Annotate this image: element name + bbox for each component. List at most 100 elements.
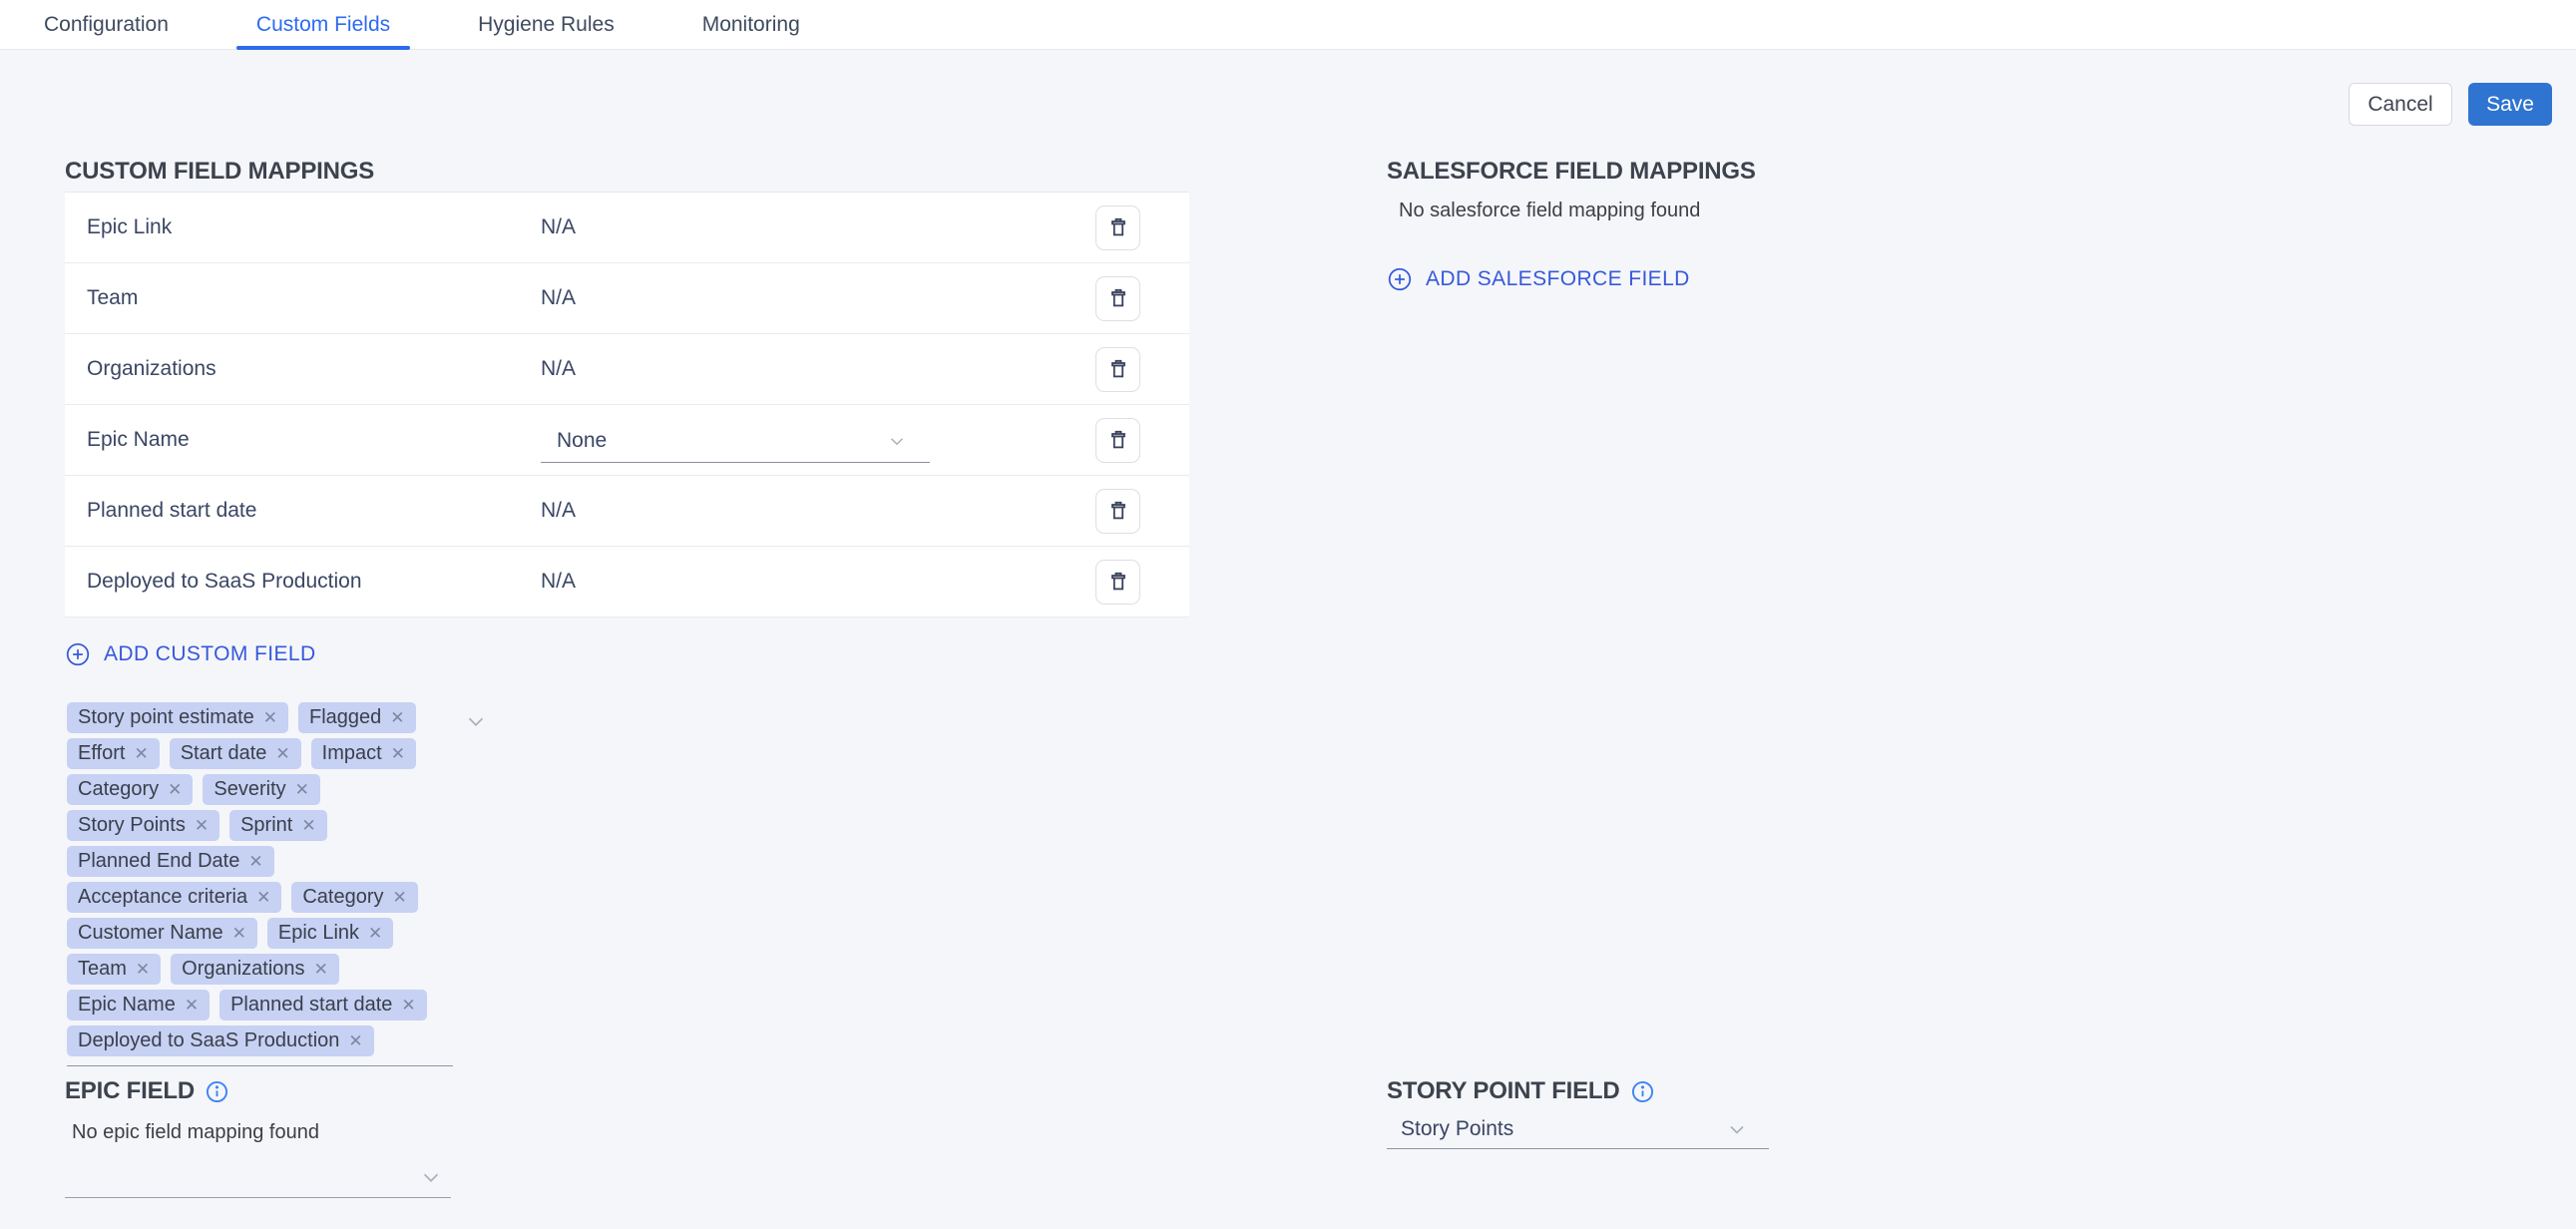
field-chip[interactable]: Flagged ✕: [298, 702, 416, 733]
chip-label: Story Points: [78, 814, 186, 837]
chip-label: Impact: [322, 742, 382, 765]
remove-icon[interactable]: ✕: [392, 888, 406, 908]
story-point-field-section: STORY POINT FIELD Story Points: [1387, 1077, 1769, 1149]
field-chip[interactable]: Team✕: [67, 954, 161, 985]
delete-field-button[interactable]: [1095, 489, 1140, 534]
remove-icon[interactable]: ✕: [275, 744, 289, 764]
remove-icon[interactable]: ✕: [168, 780, 182, 800]
tab-hygiene-rules[interactable]: Hygiene Rules: [458, 0, 635, 49]
tab-monitoring[interactable]: Monitoring: [682, 0, 820, 49]
custom-field-mappings-section: CUSTOM FIELD MAPPINGS Epic Link N/A Team…: [65, 158, 1189, 1066]
trash-icon: [1106, 357, 1130, 381]
chevron-down-icon[interactable]: [463, 708, 489, 734]
chevron-down-icon: [418, 1164, 444, 1190]
field-chip[interactable]: Deployed to SaaS Production✕: [67, 1025, 374, 1056]
salesforce-field-mappings-title: SALESFORCE FIELD MAPPINGS: [1387, 158, 2544, 186]
trash-icon: [1106, 215, 1130, 239]
info-icon[interactable]: [205, 1079, 229, 1104]
field-chip[interactable]: Planned start date ✕: [219, 990, 427, 1021]
field-name: Epic Name: [87, 428, 541, 452]
delete-field-button[interactable]: [1095, 560, 1140, 605]
tab-custom-fields[interactable]: Custom Fields: [236, 0, 410, 49]
delete-field-button[interactable]: [1095, 418, 1140, 463]
remove-icon[interactable]: ✕: [232, 924, 246, 944]
cancel-button[interactable]: Cancel: [2349, 83, 2452, 126]
remove-icon[interactable]: ✕: [248, 852, 262, 872]
custom-fields-multiselect[interactable]: Story point estimate ✕ Flagged ✕ Effort✕ S…: [67, 702, 453, 1066]
add-custom-field-button[interactable]: ADD CUSTOM FIELD: [65, 641, 316, 667]
field-chip[interactable]: Planned End Date✕: [67, 846, 274, 877]
trash-icon: [1106, 570, 1130, 594]
field-chip[interactable]: Organizations✕: [171, 954, 339, 985]
tab-configuration[interactable]: Configuration: [24, 0, 189, 49]
tab-bar: Configuration Custom Fields Hygiene Rule…: [0, 0, 2576, 50]
remove-icon[interactable]: ✕: [401, 996, 415, 1016]
chip-label: Flagged: [309, 706, 381, 729]
field-chip[interactable]: Story point estimate ✕: [67, 702, 288, 733]
salesforce-empty-message: No salesforce field mapping found: [1387, 200, 2544, 222]
table-row: Planned start date N/A: [65, 476, 1189, 547]
field-chip[interactable]: Effort✕: [67, 738, 160, 769]
chip-label: Acceptance criteria: [78, 886, 247, 909]
chip-label: Epic Link: [278, 922, 359, 945]
remove-icon[interactable]: ✕: [390, 708, 404, 728]
remove-icon[interactable]: ✕: [263, 708, 277, 728]
epic-field-section: EPIC FIELD No epic field mapping found: [65, 1077, 451, 1198]
epic-name-mapping-select[interactable]: None: [541, 419, 930, 463]
remove-icon[interactable]: ✕: [348, 1031, 362, 1051]
chip-label: Category: [302, 886, 383, 909]
info-icon[interactable]: [1630, 1079, 1655, 1104]
epic-field-select[interactable]: [65, 1156, 451, 1198]
story-point-field-select[interactable]: Story Points: [1387, 1109, 1769, 1149]
remove-icon[interactable]: ✕: [185, 996, 199, 1016]
remove-icon[interactable]: ✕: [314, 960, 328, 980]
field-chip[interactable]: Epic Link ✕: [267, 918, 393, 949]
plus-circle-icon: [65, 641, 91, 667]
add-salesforce-field-button[interactable]: ADD SALESFORCE FIELD: [1387, 266, 1690, 292]
delete-field-button[interactable]: [1095, 205, 1140, 250]
remove-icon[interactable]: ✕: [136, 960, 150, 980]
table-row: Epic Name None: [65, 405, 1189, 476]
selected-value: Story Points: [1387, 1117, 1513, 1141]
field-chip[interactable]: Acceptance criteria ✕: [67, 882, 281, 913]
field-chip[interactable]: Start date✕: [170, 738, 301, 769]
table-row: Team N/A: [65, 263, 1189, 334]
delete-field-button[interactable]: [1095, 347, 1140, 392]
chip-label: Story point estimate: [78, 706, 254, 729]
selected-value: None: [541, 429, 607, 453]
add-salesforce-field-label: ADD SALESFORCE FIELD: [1426, 267, 1690, 291]
field-name: Team: [87, 286, 541, 310]
chip-label: Planned start date: [230, 994, 392, 1017]
field-name: Organizations: [87, 357, 541, 381]
save-button[interactable]: Save: [2468, 83, 2552, 126]
chevron-down-icon: [886, 430, 908, 452]
field-chip[interactable]: Story Points ✕: [67, 810, 219, 841]
chip-label: Severity: [214, 778, 285, 801]
delete-field-button[interactable]: [1095, 276, 1140, 321]
field-chip[interactable]: Impact ✕: [311, 738, 416, 769]
add-custom-field-label: ADD CUSTOM FIELD: [104, 642, 316, 666]
field-value-cell: None: [541, 417, 1095, 463]
table-row: Organizations N/A: [65, 334, 1189, 405]
remove-icon[interactable]: ✕: [295, 780, 309, 800]
remove-icon[interactable]: ✕: [301, 816, 315, 836]
chip-label: Sprint: [240, 814, 292, 837]
remove-icon[interactable]: ✕: [391, 744, 405, 764]
custom-field-mappings-title: CUSTOM FIELD MAPPINGS: [65, 158, 1189, 186]
field-chip[interactable]: Category ✕: [291, 882, 417, 913]
plus-circle-icon: [1387, 266, 1413, 292]
remove-icon[interactable]: ✕: [368, 924, 382, 944]
remove-icon[interactable]: ✕: [134, 744, 148, 764]
field-value: N/A: [541, 215, 1095, 239]
epic-field-title: EPIC FIELD: [65, 1077, 195, 1105]
field-chip[interactable]: Epic Name✕: [67, 990, 210, 1021]
field-chip[interactable]: Category✕: [67, 774, 193, 805]
trash-icon: [1106, 499, 1130, 523]
field-chip[interactable]: Sprint ✕: [229, 810, 327, 841]
field-chip[interactable]: Severity ✕: [203, 774, 320, 805]
remove-icon[interactable]: ✕: [256, 888, 270, 908]
table-row: Deployed to SaaS Production N/A: [65, 547, 1189, 617]
field-chip[interactable]: Customer Name✕: [67, 918, 257, 949]
remove-icon[interactable]: ✕: [195, 816, 209, 836]
field-name: Epic Link: [87, 215, 541, 239]
